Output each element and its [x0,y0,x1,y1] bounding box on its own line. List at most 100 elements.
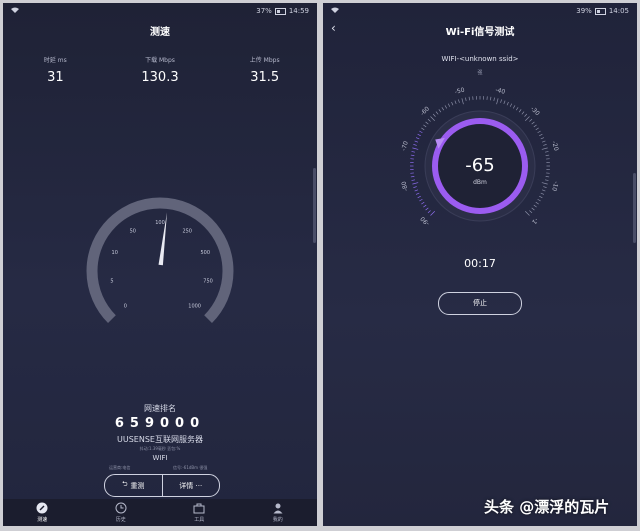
dial-tick [423,124,427,128]
stat-latency: 时延 ms 31 [3,55,108,85]
undo-icon: ⮌ [121,480,128,488]
dial-tick [412,147,419,150]
dial-tick [540,192,545,195]
stat-download: 下载 Mbps 130.3 [108,55,213,85]
action-buttons: ⮌ 重测 详情 ··· [104,474,220,497]
jitter-loss-info: 抖动:1.39毫秒 丢包:% [139,446,181,451]
dial-tick [529,210,533,214]
stat-value: 130.3 [141,70,179,85]
status-bar: 39% 14:05 [323,3,637,19]
stat-label: 时延 ms [43,57,67,64]
gauge-tick-label: 500 [200,250,210,256]
dial-tick [430,116,435,121]
signal-strength-text: 强 [477,70,483,76]
dial-tick [541,147,548,150]
dial-tick-label: -80 [400,180,409,191]
dial-tick [524,113,528,117]
dial-tick [441,107,445,111]
gauge-tick-label: 0 [124,304,127,310]
dial-tick [465,97,467,102]
stop-button[interactable]: 停止 [438,292,522,315]
tab-profile[interactable]: 我的 [239,499,318,526]
dial-tick-label: -1 [530,216,539,225]
tab-history[interactable]: 历史 [82,499,161,526]
dial-tick [518,109,522,113]
scrollbar[interactable] [633,173,636,243]
dial-tick [413,144,417,146]
dial-tick [533,204,537,208]
stat-label: 上传 Mbps [249,57,280,64]
battery-percent: 37% [256,7,272,15]
dial-tick [544,179,549,181]
dial-tick [541,189,546,192]
dial-tick [506,101,509,106]
stat-upload: 上传 Mbps 31.5 [212,55,317,85]
dial-tick [419,130,423,134]
dial-tick [413,186,417,188]
dial-tick [423,204,427,208]
tab-label: 工具 [194,517,205,523]
dial-tick [509,103,513,107]
status-bar: 37% 14:59 [3,3,317,19]
dial-tick [531,207,535,211]
dial-tick [500,99,502,103]
dial-tick [541,182,548,185]
dial-tick [419,198,423,202]
dial-tick [537,198,541,202]
dial-tick [412,182,419,185]
battery-percent: 39% [576,7,592,15]
retest-button[interactable]: ⮌ 重测 [105,475,163,496]
watermark-text: 头条 @漂浮的瓦片 [484,498,610,516]
battery-icon [594,7,606,15]
dial-tick [430,211,435,216]
dial-tick-label: -20 [550,140,559,151]
user-icon [273,503,283,514]
tab-speedtest[interactable]: 测速 [3,499,82,526]
dial-tick [539,195,543,199]
dial-tick [414,140,419,143]
dial-tick-label: -30 [529,105,541,117]
dial-tick [539,133,543,137]
gauge-tick-label: 50 [130,228,136,234]
dial-tick [415,137,420,140]
dial-tick [458,99,460,103]
wifi-signal-icon [331,7,339,15]
page-title: Wi-Fi信号测试 [445,27,515,38]
gauge-tick-label: 100 [155,220,165,226]
stat-value: 31.5 [250,70,280,85]
dial-tick [537,130,541,134]
scrollbar[interactable] [313,168,316,243]
retest-label: 重测 [130,481,145,490]
dial-tick [425,121,429,125]
dial-tick [421,127,425,131]
dial-tick [529,118,533,122]
dial-tick [545,154,550,156]
stat-value: 31 [47,70,64,85]
details-button[interactable]: 详情 ··· [163,475,220,496]
dial-tick [444,105,448,109]
dial-tick [541,140,546,143]
signal-info: 信号:-61dBm 很强 [173,465,208,470]
clock-time: 14:59 [288,7,309,15]
dial-tick [454,100,457,105]
dial-tick [540,137,545,140]
dial-tick [411,179,416,181]
speedtest-screen: 37% 14:59 测速 时延 ms 31 下载 Mbps 130.3 上传 M… [3,3,317,526]
clock-icon [115,502,127,514]
speedometer-icon [36,502,48,514]
dial-tick-label: -90 [419,215,431,227]
tab-tools[interactable]: 工具 [160,499,239,526]
stats-row: 时延 ms 31 下载 Mbps 130.3 上传 Mbps 31.5 [3,55,317,85]
gauge-tick-label: 250 [182,228,192,234]
dial-tick [432,113,436,117]
dial-tick-label: -50 [454,86,465,95]
signal-unit: dBm [473,179,487,186]
elapsed-timer: 00:17 [464,257,496,270]
tab-label: 历史 [115,517,126,523]
details-label: 详情 ··· [179,481,203,490]
dial-tick [410,176,415,178]
dial-tick [515,107,519,111]
stat-label: 下载 Mbps [145,57,175,64]
battery-icon [274,7,286,15]
dial-tick-label: -70 [400,140,409,151]
